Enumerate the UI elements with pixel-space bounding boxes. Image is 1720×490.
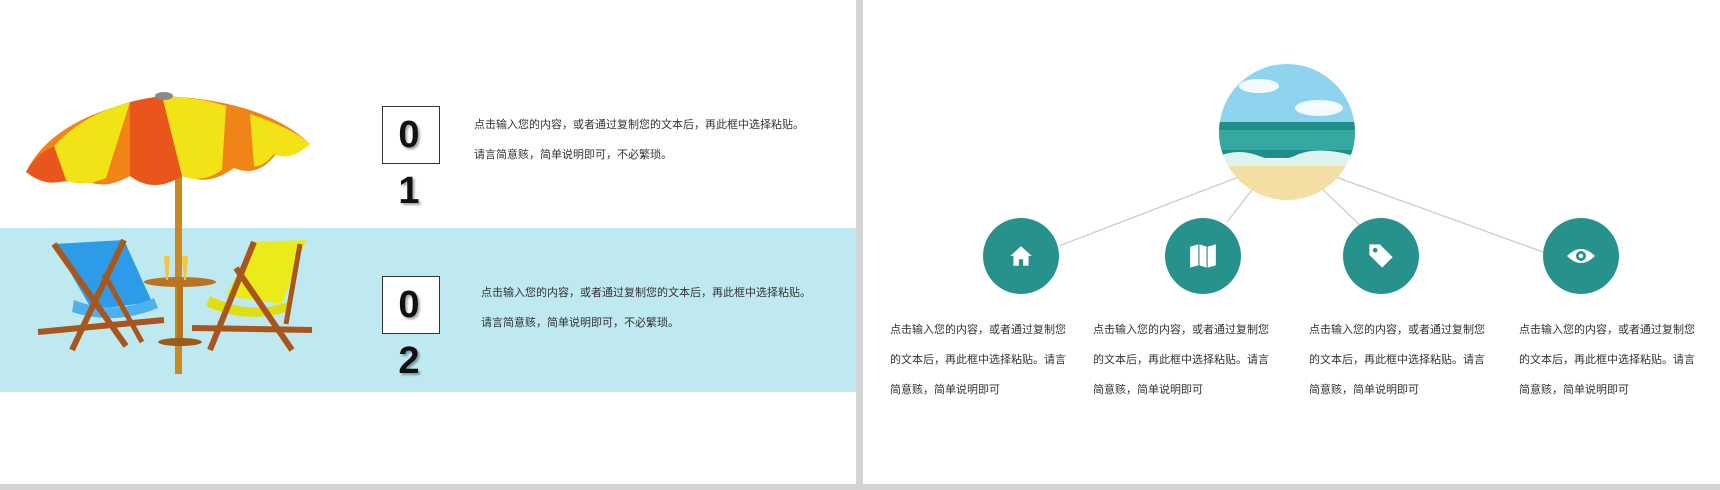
feature-eye-description[interactable]: 点击输入您的内容，或者通过复制您的文本后，再此框中选择粘贴。请言简意赅，简单说明… xyxy=(1519,315,1697,405)
tag-icon xyxy=(1369,244,1393,268)
slide-left: 0 1 点击输入您的内容，或者通过复制您的文本后，再此框中选择粘贴。请言简意赅，… xyxy=(0,0,856,484)
umbrella-canopy xyxy=(26,92,310,185)
feature-tag-description[interactable]: 点击输入您的内容，或者通过复制您的文本后，再此框中选择粘贴。请言简意赅，简单说明… xyxy=(1309,315,1487,405)
left-beach-chair xyxy=(37,238,165,352)
feature-map-description[interactable]: 点击输入您的内容，或者通过复制您的文本后，再此框中选择粘贴。请言简意赅，简单说明… xyxy=(1093,315,1271,405)
map-icon xyxy=(1190,244,1216,268)
feature-map-button[interactable] xyxy=(1165,218,1241,294)
slide-right: 点击输入您的内容，或者通过复制您的文本后，再此框中选择粘贴。请言简意赅，简单说明… xyxy=(863,0,1720,484)
feature-home-button[interactable] xyxy=(983,218,1059,294)
feature-home-description[interactable]: 点击输入您的内容，或者通过复制您的文本后，再此框中选择粘贴。请言简意赅，简单说明… xyxy=(890,315,1068,405)
beach-photo-circle xyxy=(1219,64,1355,200)
home-icon xyxy=(1010,246,1032,266)
eye-icon xyxy=(1567,249,1595,263)
feature-tag-button[interactable] xyxy=(1343,218,1419,294)
right-beach-chair xyxy=(191,240,313,352)
beach-umbrella-chairs-illustration xyxy=(26,92,313,374)
feature-eye-button[interactable] xyxy=(1543,218,1619,294)
item-01-description[interactable]: 点击输入您的内容，或者通过复制您的文本后，再此框中选择粘贴。请言简意赅，简单说明… xyxy=(474,110,814,170)
number-box-01: 0 1 xyxy=(382,106,440,212)
number-box-02: 0 2 xyxy=(382,276,440,382)
item-02-description[interactable]: 点击输入您的内容，或者通过复制您的文本后，再此框中选择粘贴。请言简意赅，简单说明… xyxy=(481,278,821,338)
